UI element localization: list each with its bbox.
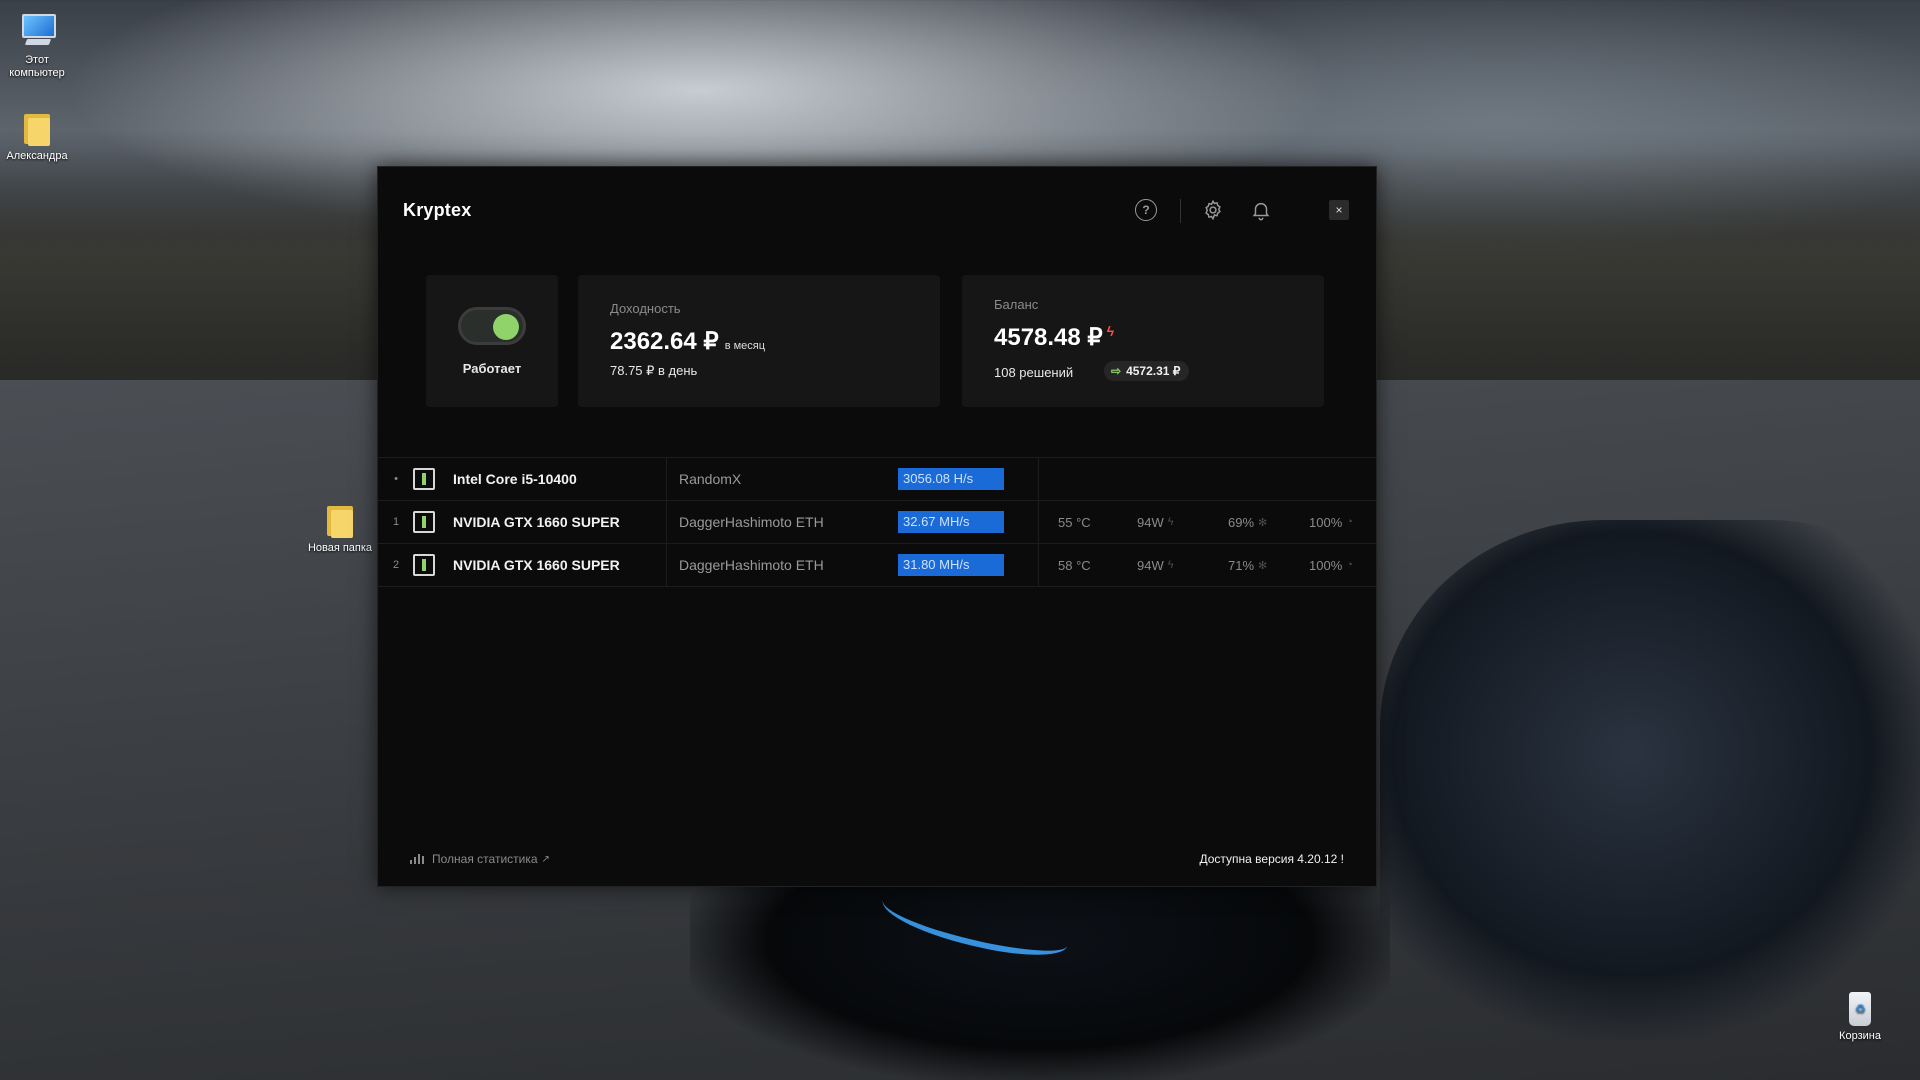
power-icon: ϟ bbox=[1167, 516, 1174, 528]
wallpaper-car-front bbox=[690, 880, 1390, 1080]
balance-label: Баланс bbox=[994, 297, 1039, 312]
device-temperature: 55 °C bbox=[1058, 514, 1091, 530]
device-name: NVIDIA GTX 1660 SUPER bbox=[453, 557, 620, 573]
withdraw-amount: 4572.31 ₽ bbox=[1126, 364, 1181, 378]
column-divider bbox=[666, 458, 667, 500]
app-title: Kryptex bbox=[403, 200, 472, 220]
device-algorithm: DaggerHashimoto ETH bbox=[679, 514, 824, 530]
device-power: 94W ϟ bbox=[1137, 501, 1174, 543]
table-row: 2 NVIDIA GTX 1660 SUPER DaggerHashimoto … bbox=[378, 543, 1376, 587]
table-row: • Intel Core i5-10400 RandomX 3056.08 H/… bbox=[378, 457, 1376, 500]
mining-status-card: Работает bbox=[426, 275, 558, 407]
column-divider bbox=[1038, 458, 1039, 500]
device-enable-checkbox[interactable] bbox=[413, 511, 435, 533]
device-index: 2 bbox=[392, 559, 400, 571]
desktop-icon-recycle-bin[interactable]: ♻ Корзина bbox=[1820, 988, 1900, 1043]
bell-icon[interactable] bbox=[1249, 198, 1273, 222]
update-available-link[interactable]: Доступна версия 4.20.12 ! bbox=[1199, 852, 1344, 866]
header-divider bbox=[1180, 199, 1181, 223]
gear-icon[interactable] bbox=[1201, 198, 1225, 222]
device-load: 100% ◔ bbox=[1309, 544, 1353, 586]
withdraw-button[interactable]: ⇨ 4572.31 ₽ bbox=[1104, 361, 1190, 381]
device-enable-checkbox[interactable] bbox=[413, 468, 435, 490]
power-icon: ϟ bbox=[1167, 559, 1174, 571]
device-temperature: 58 °C bbox=[1058, 557, 1091, 573]
fan-icon: ✻ bbox=[1258, 559, 1268, 572]
balance-value-row: 4578.48 ₽ ϟ bbox=[994, 323, 1114, 352]
device-fan-value: 71% bbox=[1228, 557, 1255, 573]
desktop-icon-new-folder[interactable]: Новая папка bbox=[300, 500, 380, 555]
folder-icon bbox=[323, 500, 357, 538]
device-index: 1 bbox=[392, 516, 400, 528]
device-load-value: 100% bbox=[1309, 557, 1343, 573]
bolt-icon: ϟ bbox=[1106, 323, 1115, 339]
device-hashrate: 3056.08 H/s bbox=[898, 468, 1004, 490]
desktop-icon-label: Этот компьютер bbox=[9, 54, 65, 79]
wallpaper-car bbox=[1380, 520, 1920, 1040]
device-name: NVIDIA GTX 1660 SUPER bbox=[453, 514, 620, 530]
device-hashrate: 32.67 MH/s bbox=[898, 511, 1004, 533]
device-fan: 69% ✻ bbox=[1228, 501, 1267, 543]
device-load: 100% ◔ bbox=[1309, 501, 1353, 543]
gauge-icon: ◔ bbox=[1346, 559, 1353, 571]
table-row: 1 NVIDIA GTX 1660 SUPER DaggerHashimoto … bbox=[378, 500, 1376, 543]
income-label: Доходность bbox=[610, 301, 681, 316]
balance-solutions: 108 решений bbox=[994, 365, 1074, 380]
withdraw-icon: ⇨ bbox=[1111, 364, 1122, 378]
mining-toggle[interactable] bbox=[458, 307, 526, 345]
full-stats-link[interactable]: Полная статистика ↗ bbox=[410, 852, 550, 866]
device-power-value: 94W bbox=[1137, 514, 1164, 530]
device-power: 94W ϟ bbox=[1137, 544, 1174, 586]
external-link-icon: ↗ bbox=[541, 853, 550, 865]
desktop-icon-label: Корзина bbox=[1839, 1030, 1881, 1042]
balance-card: Баланс 4578.48 ₽ ϟ 108 решений ⇨ 4572.31 ₽ bbox=[962, 275, 1324, 407]
device-enable-checkbox[interactable] bbox=[413, 554, 435, 576]
income-daily: 78.75 ₽ в день bbox=[610, 363, 698, 378]
close-button[interactable]: × bbox=[1329, 200, 1349, 220]
device-fan: 71% ✻ bbox=[1228, 544, 1267, 586]
computer-icon bbox=[20, 12, 56, 50]
mining-status-label: Работает bbox=[462, 361, 522, 376]
income-monthly: 2362.64 ₽ в месяц bbox=[610, 327, 765, 356]
help-icon[interactable]: ? bbox=[1134, 198, 1158, 222]
recycle-bin-icon: ♻ bbox=[1843, 988, 1877, 1026]
device-fan-value: 69% bbox=[1228, 514, 1255, 530]
column-divider bbox=[1038, 501, 1039, 543]
desktop-icon-label: Новая папка bbox=[307, 542, 373, 554]
device-load-value: 100% bbox=[1309, 514, 1343, 530]
device-table: • Intel Core i5-10400 RandomX 3056.08 H/… bbox=[378, 457, 1376, 587]
full-stats-label: Полная статистика bbox=[432, 852, 538, 866]
balance-value: 4578.48 ₽ bbox=[994, 324, 1103, 351]
folder-icon bbox=[20, 108, 54, 146]
device-name: Intel Core i5-10400 bbox=[453, 471, 577, 487]
income-card: Доходность 2362.64 ₽ в месяц 78.75 ₽ в де… bbox=[578, 275, 940, 407]
bar-chart-icon bbox=[410, 854, 424, 864]
device-hashrate: 31.80 MH/s bbox=[898, 554, 1004, 576]
income-monthly-unit: в месяц bbox=[724, 340, 766, 352]
kryptex-window: Kryptex ? × Работает Доходность 2362.64 … bbox=[377, 166, 1377, 887]
column-divider bbox=[666, 501, 667, 543]
column-divider bbox=[1038, 544, 1039, 586]
income-monthly-value: 2362.64 ₽ bbox=[610, 328, 719, 355]
desktop-icon-this-pc[interactable]: Этот компьютер bbox=[0, 12, 77, 80]
device-algorithm: RandomX bbox=[679, 471, 742, 487]
column-divider bbox=[666, 544, 667, 586]
gauge-icon: ◔ bbox=[1346, 516, 1353, 528]
desktop-icon-user-folder[interactable]: Александра bbox=[0, 108, 77, 163]
device-algorithm: DaggerHashimoto ETH bbox=[679, 557, 824, 573]
close-icon: × bbox=[1335, 203, 1343, 217]
device-power-value: 94W bbox=[1137, 557, 1164, 573]
device-index: • bbox=[394, 473, 398, 485]
desktop-icon-label: Александра bbox=[6, 150, 68, 162]
fan-icon: ✻ bbox=[1258, 516, 1268, 529]
